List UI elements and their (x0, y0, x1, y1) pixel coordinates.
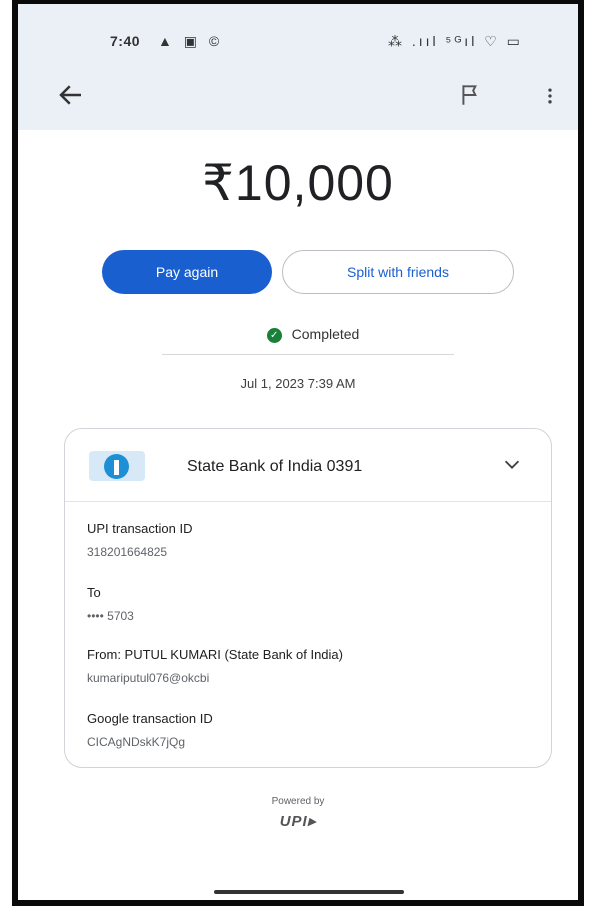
payment-status: ✓ Completed (18, 326, 578, 343)
chevron-down-icon[interactable] (499, 453, 525, 475)
back-arrow-icon[interactable] (54, 80, 88, 110)
phone-screen: 7:40 ▲ ▣ © ⁂ .ııl ⁵ᴳıl ♡ ▭ ₹10,000 Pay a… (12, 0, 584, 906)
to-label: To (87, 585, 101, 600)
powered-by-label: Powered by (271, 796, 325, 807)
top-bar: 7:40 ▲ ▣ © ⁂ .ııl ⁵ᴳıl ♡ ▭ (18, 4, 578, 130)
sbi-logo-icon (89, 451, 145, 481)
pay-again-button[interactable]: Pay again (102, 250, 272, 294)
home-indicator[interactable] (214, 890, 404, 894)
google-transaction-id-value: CICAgNDskK7jQg (87, 735, 186, 749)
google-transaction-id-label: Google transaction ID (87, 711, 213, 726)
status-bar: 7:40 ▲ ▣ © ⁂ .ııl ⁵ᴳıl ♡ ▭ (18, 30, 578, 58)
flag-icon[interactable] (458, 82, 484, 108)
upi-transaction-id-value: 318201664825 (87, 545, 168, 559)
payment-amount: ₹10,000 (202, 155, 394, 211)
divider (162, 354, 454, 355)
divider (65, 501, 551, 502)
transaction-details-card: State Bank of India 0391 UPI transaction… (64, 428, 552, 768)
split-with-friends-button[interactable]: Split with friends (282, 250, 514, 294)
app-bar (18, 74, 578, 118)
from-value: kumariputul076@okcbi (87, 671, 210, 685)
transaction-datetime: Jul 1, 2023 7:39 AM (240, 376, 356, 391)
to-value: •••• 5703 (87, 609, 134, 623)
notification-icons: ▲ ▣ © (158, 33, 224, 49)
bank-account-row[interactable]: State Bank of India 0391 (65, 429, 551, 501)
upi-logo: UPI▸ (279, 813, 317, 830)
more-vertical-icon[interactable] (540, 82, 560, 110)
from-label: From: PUTUL KUMARI (State Bank of India) (87, 647, 343, 662)
upi-transaction-id-label: UPI transaction ID (87, 521, 193, 536)
bank-name: State Bank of India 0391 (187, 458, 363, 475)
status-label: Completed (291, 326, 360, 342)
status-time: 7:40 (110, 33, 141, 49)
check-circle-icon: ✓ (266, 327, 282, 343)
system-status-icons: ⁂ .ııl ⁵ᴳıl ♡ ▭ (388, 33, 523, 49)
